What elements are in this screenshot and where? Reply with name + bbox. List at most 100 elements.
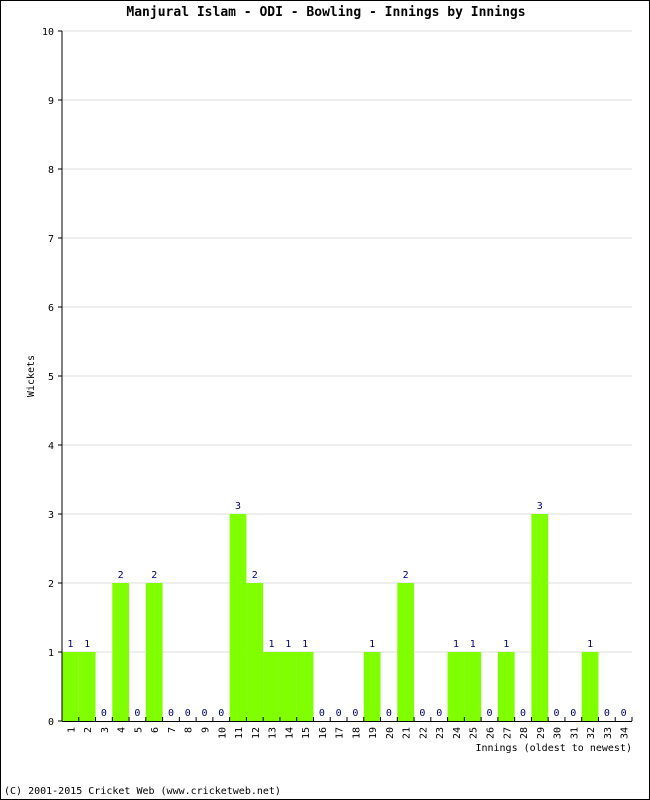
bar-value-label: 0	[168, 708, 174, 719]
bar-value-label: 0	[319, 708, 325, 719]
bar	[296, 652, 314, 721]
x-tick-label: 2	[83, 727, 94, 733]
y-tick-label: 4	[48, 441, 54, 452]
x-tick-label: 24	[452, 727, 463, 739]
bar-value-label: 3	[537, 501, 543, 512]
x-tick-label: 19	[368, 727, 379, 739]
x-tick-label: 18	[351, 727, 362, 739]
bar	[447, 652, 465, 721]
bar-value-label: 1	[285, 639, 291, 650]
bar	[497, 652, 515, 721]
bars	[62, 514, 599, 721]
x-tick-label: 11	[234, 727, 245, 739]
bar-value-label: 0	[134, 708, 140, 719]
bar	[78, 652, 96, 721]
bar-value-label: 0	[621, 708, 627, 719]
bar	[397, 583, 415, 721]
y-tick-label: 9	[48, 96, 54, 107]
x-tick-label: 27	[502, 727, 513, 739]
x-tick-label: 21	[402, 727, 413, 739]
y-tick-label: 8	[48, 165, 54, 176]
bar	[62, 652, 79, 721]
bar-value-label: 1	[587, 639, 593, 650]
y-tick-label: 2	[48, 579, 54, 590]
bar-value-label: 2	[252, 570, 258, 581]
bar-value-label: 1	[269, 639, 275, 650]
x-axis-title: Innings (oldest to newest)	[475, 743, 632, 754]
x-tick-label: 12	[251, 727, 262, 739]
y-tick-label: 6	[48, 303, 54, 314]
x-tick-label: 6	[150, 727, 161, 733]
x-tick-label: 29	[536, 727, 547, 739]
bar-value-label: 1	[470, 639, 476, 650]
bar-value-label: 0	[486, 708, 492, 719]
bar	[263, 652, 280, 721]
bar	[279, 652, 297, 721]
x-tick-label: 32	[586, 727, 597, 739]
bar-value-label: 0	[352, 708, 358, 719]
bar-value-label: 1	[369, 639, 375, 650]
x-tick-label: 3	[100, 727, 111, 733]
bar-value-label: 2	[118, 570, 124, 581]
y-tick-label: 5	[48, 372, 54, 383]
x-tick-label: 33	[603, 727, 614, 739]
y-tick-label: 1	[48, 648, 54, 659]
chart-frame: Manjural Islam - ODI - Bowling - Innings…	[0, 0, 650, 800]
x-tick-label: 1	[66, 727, 77, 733]
bar	[246, 583, 264, 721]
y-axis-title: Wickets	[26, 355, 37, 397]
y-tick-label: 0	[48, 717, 54, 728]
x-tick-label: 16	[318, 727, 329, 739]
bar-value-label: 0	[101, 708, 107, 719]
bar-chart: 0123456789101112032405260708090103112121…	[26, 27, 633, 754]
x-tick-label: 10	[217, 727, 228, 739]
bar	[531, 514, 549, 721]
copyright-footer: (C) 2001-2015 Cricket Web (www.cricketwe…	[4, 786, 281, 797]
x-tick-label: 14	[284, 727, 295, 739]
bar-value-label: 1	[453, 639, 459, 650]
x-tick-label: 22	[418, 727, 429, 739]
bar-value-label: 0	[218, 708, 224, 719]
y-tick-label: 3	[48, 510, 54, 521]
x-tick-label: 13	[268, 727, 279, 739]
bar	[229, 514, 247, 721]
bar	[464, 652, 482, 721]
x-tick-label: 26	[486, 727, 497, 739]
bar-value-label: 0	[604, 708, 610, 719]
bar-value-label: 2	[403, 570, 409, 581]
x-tick-label: 8	[184, 727, 195, 733]
x-tick-label: 31	[569, 727, 580, 739]
x-tick-label: 5	[133, 727, 144, 733]
y-tick-label: 7	[48, 234, 54, 245]
x-tick-label: 23	[435, 727, 446, 739]
bar-value-label: 0	[201, 708, 207, 719]
bar-value-label: 1	[302, 639, 308, 650]
x-tick-label: 7	[167, 727, 178, 733]
bar-value-label: 0	[336, 708, 342, 719]
bar-value-label: 0	[570, 708, 576, 719]
bar-value-label: 0	[185, 708, 191, 719]
bar	[145, 583, 163, 721]
bar-value-label: 0	[386, 708, 392, 719]
bar	[581, 652, 599, 721]
bar-value-label: 1	[84, 639, 90, 650]
x-tick-label: 4	[117, 727, 128, 733]
bar-value-label: 0	[554, 708, 560, 719]
bar-value-label: 0	[520, 708, 526, 719]
bar-value-label: 0	[419, 708, 425, 719]
bar-value-label: 1	[67, 639, 73, 650]
bar-value-label: 1	[503, 639, 509, 650]
y-tick-label: 10	[42, 27, 54, 38]
x-tick-label: 25	[469, 727, 480, 739]
bar-value-label: 0	[436, 708, 442, 719]
bar	[112, 583, 130, 721]
x-tick-label: 17	[335, 727, 346, 739]
x-tick-label: 20	[385, 727, 396, 739]
bar-value-label: 3	[235, 501, 241, 512]
x-tick-label: 34	[620, 727, 631, 739]
x-tick-label: 9	[201, 727, 212, 733]
x-tick-label: 30	[553, 727, 564, 739]
bar-value-label: 2	[151, 570, 157, 581]
x-tick-label: 28	[519, 727, 530, 739]
bar	[363, 652, 381, 721]
